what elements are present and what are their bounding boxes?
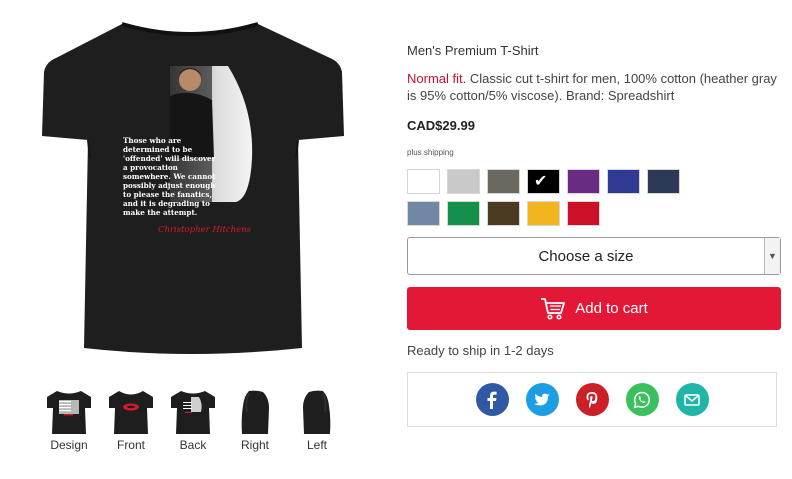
quote-line: a provocation <box>123 163 179 172</box>
quote-signature: Christopher Hitchens <box>158 225 252 235</box>
right-view-icon <box>241 390 269 434</box>
thumb-design[interactable]: Design <box>38 388 100 452</box>
thumb-label: Left <box>306 438 327 452</box>
color-swatch-charcoal[interactable] <box>487 169 520 194</box>
fit-label: Normal fit. <box>407 71 467 86</box>
share-facebook-button[interactable] <box>475 383 509 416</box>
color-swatch-brown[interactable] <box>487 201 520 226</box>
color-swatch-white[interactable] <box>407 169 440 194</box>
cart-icon <box>541 297 566 320</box>
thumb-back[interactable]: Back <box>162 388 224 452</box>
quote-line: Those who are <box>123 136 182 145</box>
product-details: Men's Premium T-Shirt Normal fit. Classi… <box>407 43 782 427</box>
view-thumbnails: Design Front Back Right Left <box>38 388 348 452</box>
thumb-right[interactable]: Right <box>224 388 286 452</box>
email-icon <box>684 393 700 406</box>
share-whatsapp-button[interactable] <box>625 383 659 416</box>
size-select[interactable]: Choose a size ▼ <box>407 237 781 275</box>
color-swatch-kelly-green[interactable] <box>447 201 480 226</box>
design-view-icon <box>47 391 91 434</box>
color-swatch-royal-blue[interactable] <box>607 169 640 194</box>
thumb-label: Right <box>240 438 269 452</box>
tshirt-back-image: Those who are determined to be 'offended… <box>42 22 344 354</box>
color-swatch-black[interactable]: ✔ <box>527 169 560 194</box>
color-swatch-purple[interactable] <box>567 169 600 194</box>
chevron-down-icon[interactable]: ▼ <box>764 238 780 274</box>
product-title: Men's Premium T-Shirt <box>407 43 539 58</box>
size-select-label: Choose a size <box>538 247 634 265</box>
thumb-label: Back <box>179 438 207 452</box>
color-swatch-red[interactable] <box>567 201 600 226</box>
facebook-icon <box>487 391 497 409</box>
quote-line: possibly adjust enough <box>123 181 216 190</box>
product-price: CAD$29.99 <box>407 118 475 133</box>
quote-line: 'offended' will discover <box>123 154 216 163</box>
checkmark-icon: ✔ <box>534 173 548 190</box>
color-swatch-denim[interactable] <box>407 201 440 226</box>
share-bar <box>407 372 777 427</box>
shipping-eta: Ready to ship in 1-2 days <box>407 343 554 358</box>
product-image: Those who are determined to be 'offended… <box>40 18 345 358</box>
color-swatch-navy[interactable] <box>647 169 680 194</box>
thumb-front[interactable]: Front <box>100 388 162 452</box>
twitter-icon <box>534 393 550 405</box>
share-twitter-button[interactable] <box>525 383 559 416</box>
thumb-label: Design <box>50 438 88 452</box>
front-view-icon <box>109 391 153 434</box>
color-swatches: ✔ <box>407 169 782 226</box>
quote-line: and it is degrading to <box>123 199 210 208</box>
whatsapp-icon <box>633 391 650 408</box>
left-view-icon <box>303 390 331 434</box>
shipping-note: plus shipping <box>407 148 454 157</box>
add-to-cart-label: Add to cart <box>575 300 648 317</box>
quote-line: to please the fanatics, <box>123 190 212 199</box>
quote-line: somewhere. We cannot <box>123 172 216 181</box>
thumb-label: Front <box>116 438 145 452</box>
quote-line: determined to be <box>123 145 193 154</box>
color-swatch-heather-gray[interactable] <box>447 169 480 194</box>
quote-line: make the attempt. <box>123 208 197 217</box>
share-email-button[interactable] <box>675 383 709 416</box>
product-description: Normal fit. Classic cut t-shirt for men,… <box>407 70 782 104</box>
add-to-cart-button[interactable]: Add to cart <box>407 287 781 330</box>
color-swatch-gold[interactable] <box>527 201 560 226</box>
back-view-icon <box>171 391 215 434</box>
share-pinterest-button[interactable] <box>575 383 609 416</box>
pinterest-icon <box>586 391 598 408</box>
thumb-left[interactable]: Left <box>286 388 348 452</box>
